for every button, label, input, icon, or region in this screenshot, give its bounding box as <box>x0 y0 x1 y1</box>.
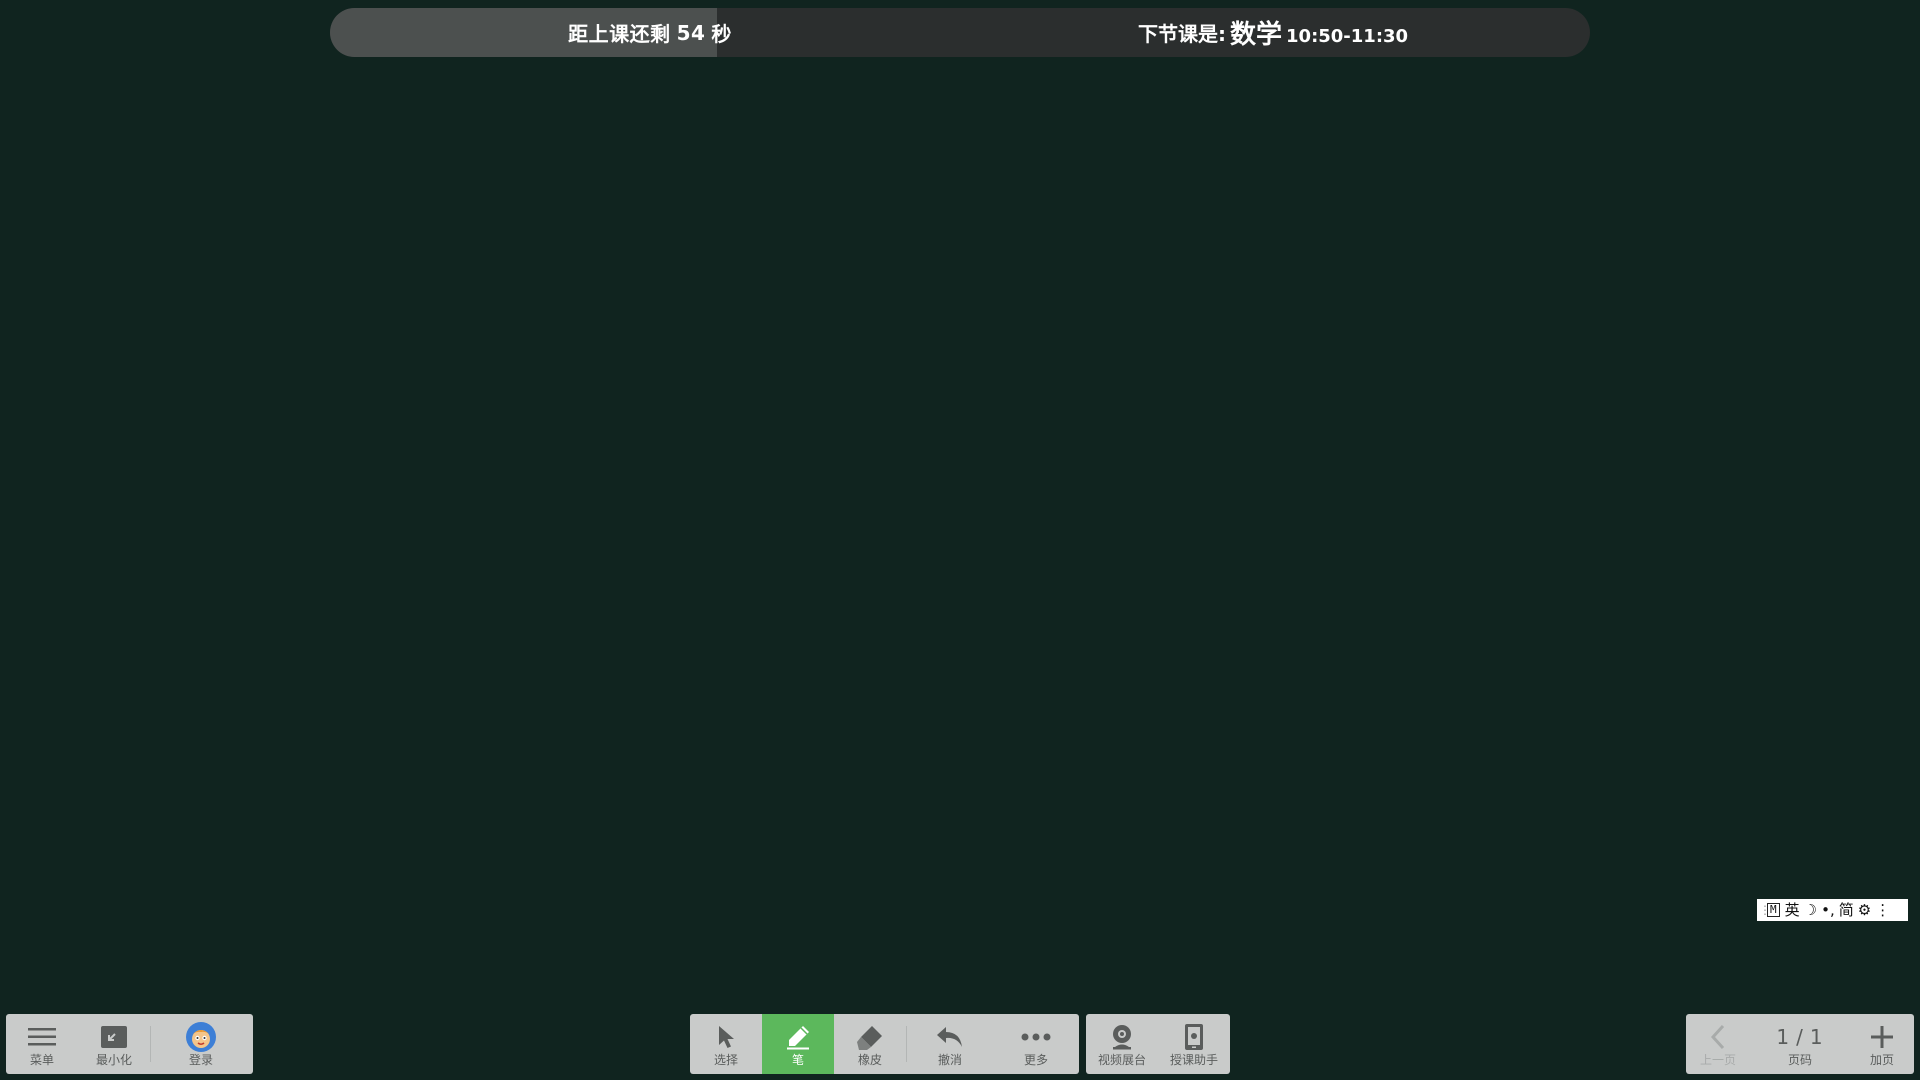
pen-icon <box>784 1023 812 1051</box>
webcam-icon <box>1109 1023 1135 1051</box>
ime-moon-icon[interactable]: ☽ <box>1804 899 1817 921</box>
more-tools-button[interactable]: 更多 <box>993 1014 1079 1074</box>
eraser-tool-label: 橡皮 <box>857 1053 882 1067</box>
undo-button[interactable]: 撤消 <box>907 1014 993 1074</box>
video-booth-label: 视频展台 <box>1097 1053 1146 1067</box>
countdown-text: 距上课还剩 54 秒 <box>330 8 970 57</box>
ime-script-toggle[interactable]: 简 <box>1839 899 1854 921</box>
eraser-tool-button[interactable]: 橡皮 <box>834 1014 906 1074</box>
undo-label: 撤消 <box>937 1053 962 1067</box>
minimize-button[interactable]: 最小化 <box>78 1014 150 1074</box>
user-avatar-icon <box>186 1022 216 1052</box>
page-number-button[interactable]: 1 / 1 页码 <box>1750 1014 1850 1074</box>
page-indicator: 1 / 1 <box>1776 1023 1823 1051</box>
minimize-icon <box>100 1023 128 1051</box>
video-booth-button[interactable]: 视频展台 <box>1086 1014 1158 1074</box>
page-total: 1 <box>1809 1025 1824 1049</box>
add-page-button[interactable]: 加页 <box>1850 1014 1914 1074</box>
add-page-label: 加页 <box>1869 1053 1894 1067</box>
page-separator: / <box>1796 1025 1804 1049</box>
countdown-seconds: 54 <box>676 20 706 45</box>
more-dots-icon <box>1020 1023 1052 1051</box>
ime-punctuation-toggle[interactable]: •, <box>1821 899 1835 921</box>
teaching-assistant-button[interactable]: 授课助手 <box>1158 1014 1230 1074</box>
ime-settings-icon[interactable]: ⚙ <box>1858 899 1871 921</box>
ime-language-toggle[interactable]: 英 <box>1785 899 1800 921</box>
menu-label: 菜单 <box>29 1053 54 1067</box>
countdown-unit: 秒 <box>711 22 732 46</box>
ime-mode-badge[interactable]: M <box>1767 903 1780 917</box>
next-class-time: 10:50-11:30 <box>1286 26 1409 47</box>
minimize-label: 最小化 <box>95 1053 132 1067</box>
next-class-label: 下节课是: <box>1138 22 1226 46</box>
media-toolbar: 视频展台 授课助手 <box>1086 1014 1230 1074</box>
next-class-info: 下节课是: 数学 10:50-11:30 <box>1138 8 1408 57</box>
tablet-icon <box>1183 1023 1205 1051</box>
teaching-assistant-label: 授课助手 <box>1169 1053 1218 1067</box>
chevron-left-icon <box>1708 1023 1728 1051</box>
select-tool-button[interactable]: 选择 <box>690 1014 762 1074</box>
ime-status-bar[interactable]: ⋮ M 英 ☽ •, 简 ⚙ ⋮ <box>1757 899 1908 921</box>
pen-tool-label: 笔 <box>791 1053 804 1067</box>
page-current: 1 <box>1776 1025 1791 1049</box>
undo-arrow-icon <box>935 1023 965 1051</box>
drawing-toolbar: 选择 笔 橡皮 撤消 更多 <box>690 1014 1079 1074</box>
countdown-prefix: 距上课还剩 <box>568 22 671 46</box>
more-tools-label: 更多 <box>1023 1053 1048 1067</box>
plus-icon <box>1869 1023 1895 1051</box>
eraser-icon <box>856 1023 884 1051</box>
page-number-label: 页码 <box>1787 1053 1812 1067</box>
hamburger-menu-icon <box>27 1023 57 1051</box>
ime-drag-handle[interactable]: ⋮ <box>1759 899 1771 921</box>
page-toolbar: 上一页 1 / 1 页码 加页 <box>1686 1014 1914 1074</box>
cursor-arrow-icon <box>714 1023 738 1051</box>
login-button[interactable]: 登录 <box>151 1014 251 1074</box>
login-label: 登录 <box>188 1053 213 1067</box>
menu-button[interactable]: 菜单 <box>6 1014 78 1074</box>
prev-page-label: 上一页 <box>1699 1053 1736 1067</box>
select-tool-label: 选择 <box>713 1053 738 1067</box>
ime-more-icon[interactable]: ⋮ <box>1875 899 1890 921</box>
pen-tool-button[interactable]: 笔 <box>762 1014 834 1074</box>
whiteboard-canvas[interactable]: 距上课还剩 54 秒 下节课是: 数学 10:50-11:30 ⋮ M 英 ☽ … <box>0 0 1920 1080</box>
prev-page-button[interactable]: 上一页 <box>1686 1014 1750 1074</box>
left-toolbar: 菜单 最小化 登录 <box>6 1014 253 1074</box>
avatar <box>186 1022 216 1052</box>
next-class-subject: 数学 <box>1230 20 1283 50</box>
class-countdown-bar: 距上课还剩 54 秒 下节课是: 数学 10:50-11:30 <box>330 8 1590 57</box>
